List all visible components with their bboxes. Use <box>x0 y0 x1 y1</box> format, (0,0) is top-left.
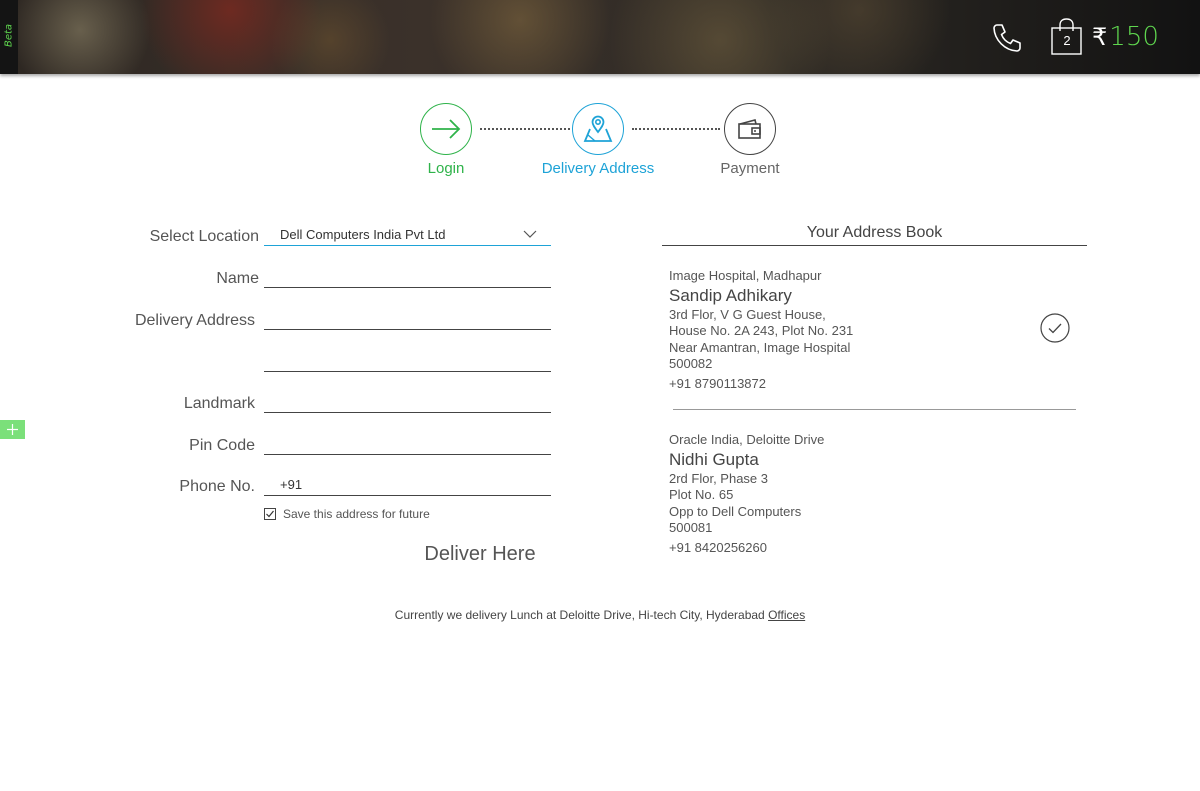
address-line: Opp to Dell Computers <box>669 503 802 519</box>
step-payment-circle <box>724 103 776 155</box>
address-line2-input[interactable] <box>264 350 551 372</box>
map-pin-icon <box>583 115 613 142</box>
name-input[interactable] <box>264 266 551 288</box>
step-payment[interactable]: Payment <box>700 103 800 177</box>
deliver-here-button[interactable]: Deliver Here <box>410 543 550 566</box>
selected-check-icon[interactable] <box>1040 313 1070 343</box>
step-login-circle <box>420 103 472 155</box>
cart-total[interactable]: ₹ 150 <box>1092 22 1159 54</box>
pincode-input[interactable] <box>264 433 551 455</box>
offices-link[interactable]: Offices <box>768 608 805 622</box>
step-login[interactable]: Login <box>396 103 496 177</box>
address-card[interactable]: Oracle India, Deloitte Drive Nidhi Gupta… <box>669 432 1069 556</box>
address-phone: +91 8790113872 <box>669 376 766 392</box>
checkmark-icon <box>266 510 274 518</box>
landmark-input[interactable] <box>264 391 551 413</box>
phone-input[interactable]: +91 <box>264 474 551 496</box>
delivery-note: Currently we delivery Lunch at Deloitte … <box>0 608 1200 622</box>
address-line: 2rd Flor, Phase 3 <box>669 471 768 486</box>
step-address-label: Delivery Address <box>541 160 655 177</box>
address-card[interactable]: Image Hospital, Madhapur Sandip Adhikary… <box>669 268 1069 392</box>
cart-count: 2 <box>1063 33 1071 48</box>
address-line1-input[interactable] <box>264 308 551 330</box>
address-book-title: Your Address Book <box>662 224 1087 246</box>
select-location-label: Select Location <box>149 228 259 245</box>
address-line: Near Amantran, Image Hospital <box>669 339 851 355</box>
location-select[interactable]: Dell Computers India Pvt Ltd <box>264 224 551 246</box>
top-header: Beta 2 ₹ 150 <box>0 0 1200 74</box>
address-name: Sandip Adhikary <box>669 286 792 305</box>
cart-amount: 150 <box>1109 22 1159 52</box>
wallet-icon <box>738 119 761 139</box>
delivery-address-label: Delivery Address <box>134 312 255 329</box>
address-divider <box>673 409 1076 410</box>
delivery-note-text: Currently we delivery Lunch at Deloitte … <box>394 608 769 622</box>
side-expand-widget[interactable] <box>0 420 25 439</box>
location-select-value: Dell Computers India Pvt Ltd <box>280 227 446 242</box>
address-phone: +91 8420256260 <box>669 540 767 556</box>
arrow-right-icon <box>432 119 461 139</box>
pincode-label: Pin Code <box>189 437 255 454</box>
address-line: 3rd Flor, V G Guest House, <box>669 307 826 322</box>
name-label: Name <box>216 270 259 287</box>
address-place: Image Hospital, Madhapur <box>669 268 822 283</box>
address-pincode: 500082 <box>669 355 713 371</box>
beta-label: Beta <box>3 23 15 48</box>
phone-icon[interactable] <box>990 21 1024 55</box>
address-pincode: 500081 <box>669 519 713 535</box>
landmark-label: Landmark <box>183 395 255 412</box>
phone-label: Phone No. <box>179 478 255 495</box>
save-address-label: Save this address for future <box>283 507 430 521</box>
step-address-circle <box>572 103 624 155</box>
step-payment-label: Payment <box>720 160 780 177</box>
phone-prefix: +91 <box>280 477 303 492</box>
step-login-label: Login <box>427 160 465 177</box>
save-address-row[interactable]: Save this address for future <box>264 507 430 521</box>
address-line: House No. 2A 243, Plot No. 231 <box>669 323 854 339</box>
rupee-symbol: ₹ <box>1092 23 1108 51</box>
address-place: Oracle India, Deloitte Drive <box>669 432 825 447</box>
beta-strip: Beta <box>0 0 18 74</box>
chevron-down-icon <box>523 230 537 238</box>
address-line: Plot No. 65 <box>669 487 734 503</box>
save-address-checkbox[interactable] <box>264 508 276 520</box>
plus-icon <box>7 424 18 435</box>
address-name: Nidhi Gupta <box>669 450 759 469</box>
step-delivery-address[interactable]: Delivery Address <box>530 103 666 177</box>
